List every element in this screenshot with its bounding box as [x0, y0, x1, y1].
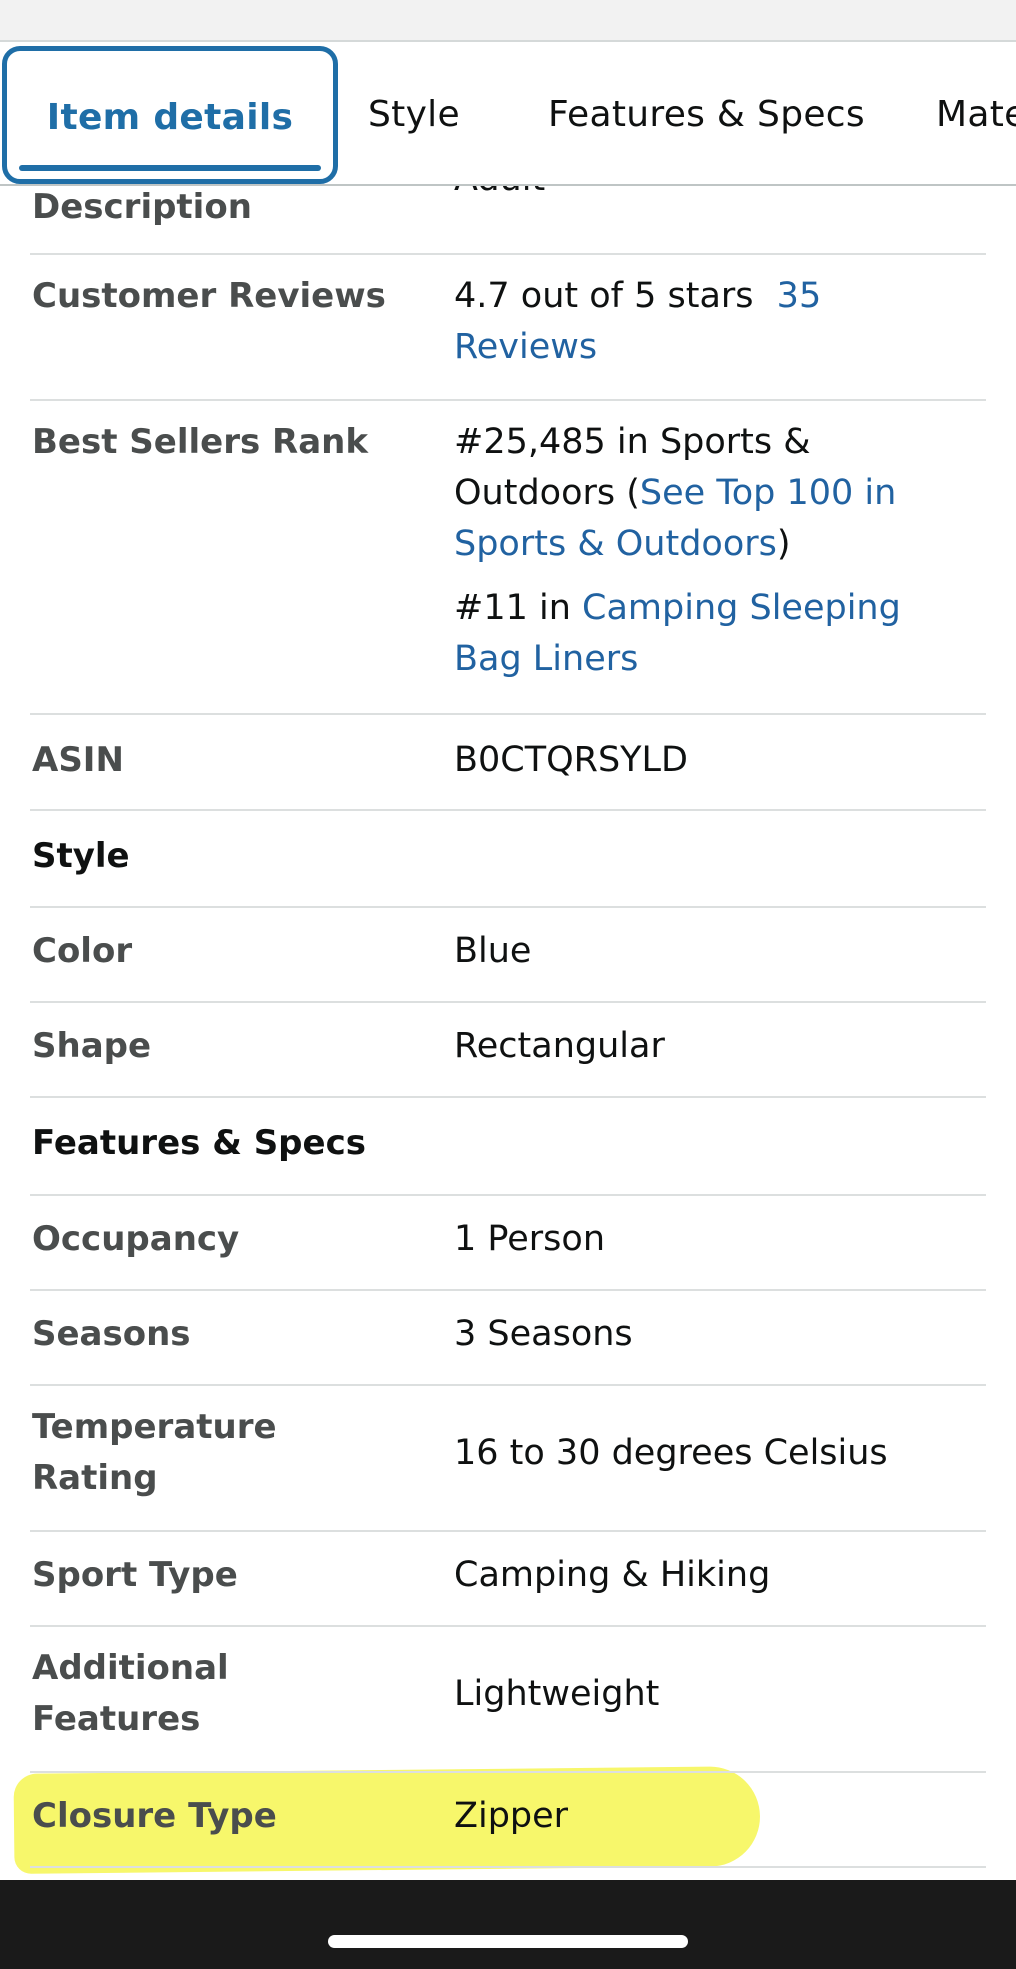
table-row-best-sellers-rank: Best Sellers Rank #25,485 in Sports & Ou… [30, 401, 986, 715]
section-features-specs: Features & Specs [30, 1098, 986, 1196]
color-value: Blue [454, 931, 532, 971]
temperature-rating-value: 16 to 30 degrees Celsius [454, 1433, 888, 1473]
rank-text-3: #11 in [454, 588, 583, 628]
sports-outdoors-link[interactable]: Sports & Outdoors [454, 524, 777, 564]
table-row-seasons: Seasons 3 Seasons [30, 1291, 986, 1386]
tab-item-details-label: Item details [46, 97, 294, 138]
temperature-rating-label: Temperature Rating [32, 1402, 432, 1504]
section-style: Style [30, 811, 986, 908]
camping-sleeping-link[interactable]: Camping Sleeping [582, 588, 901, 628]
temperature-label-line2: Rating [32, 1458, 158, 1498]
table-row-closure-type: Closure Type Zipper [30, 1773, 986, 1868]
table-row-temperature-rating: Temperature Rating 16 to 30 degrees Cels… [30, 1386, 986, 1532]
product-details-table: Adult Description Customer Reviews 4.7 o… [30, 186, 986, 1880]
best-sellers-rank-label: Best Sellers Rank [32, 422, 368, 462]
rank-close-paren: ) [776, 524, 791, 564]
reviews-link[interactable]: Reviews [454, 327, 597, 367]
additional-label-line1: Additional [32, 1648, 229, 1688]
table-row-description: Description [30, 186, 986, 255]
tab-bar: Item details Style Features & Specs Mate [0, 44, 1016, 186]
sport-type-value: Camping & Hiking [454, 1555, 771, 1595]
additional-features-label: Additional Features [32, 1643, 432, 1745]
bag-liners-link[interactable]: Bag Liners [454, 639, 638, 679]
features-section-heading: Features & Specs [32, 1123, 366, 1163]
table-row-shape: Shape Rectangular [30, 1003, 986, 1098]
seasons-label: Seasons [32, 1314, 191, 1354]
table-row-additional-features: Additional Features Lightweight [30, 1627, 986, 1773]
rank-text-1: #25,485 in Sports & [454, 422, 811, 462]
seasons-value: 3 Seasons [454, 1314, 633, 1354]
browser-top-strip [0, 0, 1016, 42]
table-row-occupancy: Occupancy 1 Person [30, 1196, 986, 1291]
asin-label: ASIN [32, 740, 124, 780]
tab-style[interactable]: Style [368, 44, 460, 184]
customer-reviews-label: Customer Reviews [32, 276, 386, 316]
table-row-customer-reviews: Customer Reviews 4.7 out of 5 stars 35 R… [30, 255, 986, 401]
best-sellers-rank-value: #25,485 in Sports & Outdoors (See Top 10… [454, 417, 974, 685]
occupancy-label: Occupancy [32, 1219, 240, 1259]
rank-text-2: Outdoors ( [454, 473, 640, 513]
table-row-color: Color Blue [30, 908, 986, 1003]
tab-features-specs[interactable]: Features & Specs [548, 44, 865, 184]
shape-label: Shape [32, 1026, 152, 1066]
closure-type-label: Closure Type [32, 1796, 277, 1836]
shape-value: Rectangular [454, 1026, 665, 1066]
tab-materials[interactable]: Mate [936, 44, 1016, 184]
asin-value: B0CTQRSYLD [454, 740, 689, 780]
sport-type-label: Sport Type [32, 1555, 238, 1595]
temperature-label-line1: Temperature [32, 1407, 277, 1447]
system-bottom-bar [0, 1880, 1016, 1969]
tab-item-details[interactable]: Item details [2, 46, 338, 184]
rating-text: 4.7 out of 5 stars [454, 276, 754, 316]
see-top-100-link[interactable]: See Top 100 in [640, 473, 896, 513]
closure-type-value: Zipper [454, 1796, 569, 1836]
additional-features-value: Lightweight [454, 1674, 660, 1714]
additional-label-line2: Features [32, 1699, 201, 1739]
occupancy-value: 1 Person [454, 1219, 606, 1259]
active-tab-underline [19, 165, 321, 171]
reviews-count-link[interactable]: 35 [777, 276, 822, 316]
style-section-heading: Style [32, 836, 130, 876]
color-label: Color [32, 931, 133, 971]
home-indicator[interactable] [328, 1935, 688, 1948]
description-label: Description [32, 187, 252, 227]
table-row-asin: ASIN B0CTQRSYLD [30, 715, 986, 811]
table-row-sport-type: Sport Type Camping & Hiking [30, 1532, 986, 1627]
customer-reviews-value: 4.7 out of 5 stars 35 Reviews [454, 271, 974, 373]
